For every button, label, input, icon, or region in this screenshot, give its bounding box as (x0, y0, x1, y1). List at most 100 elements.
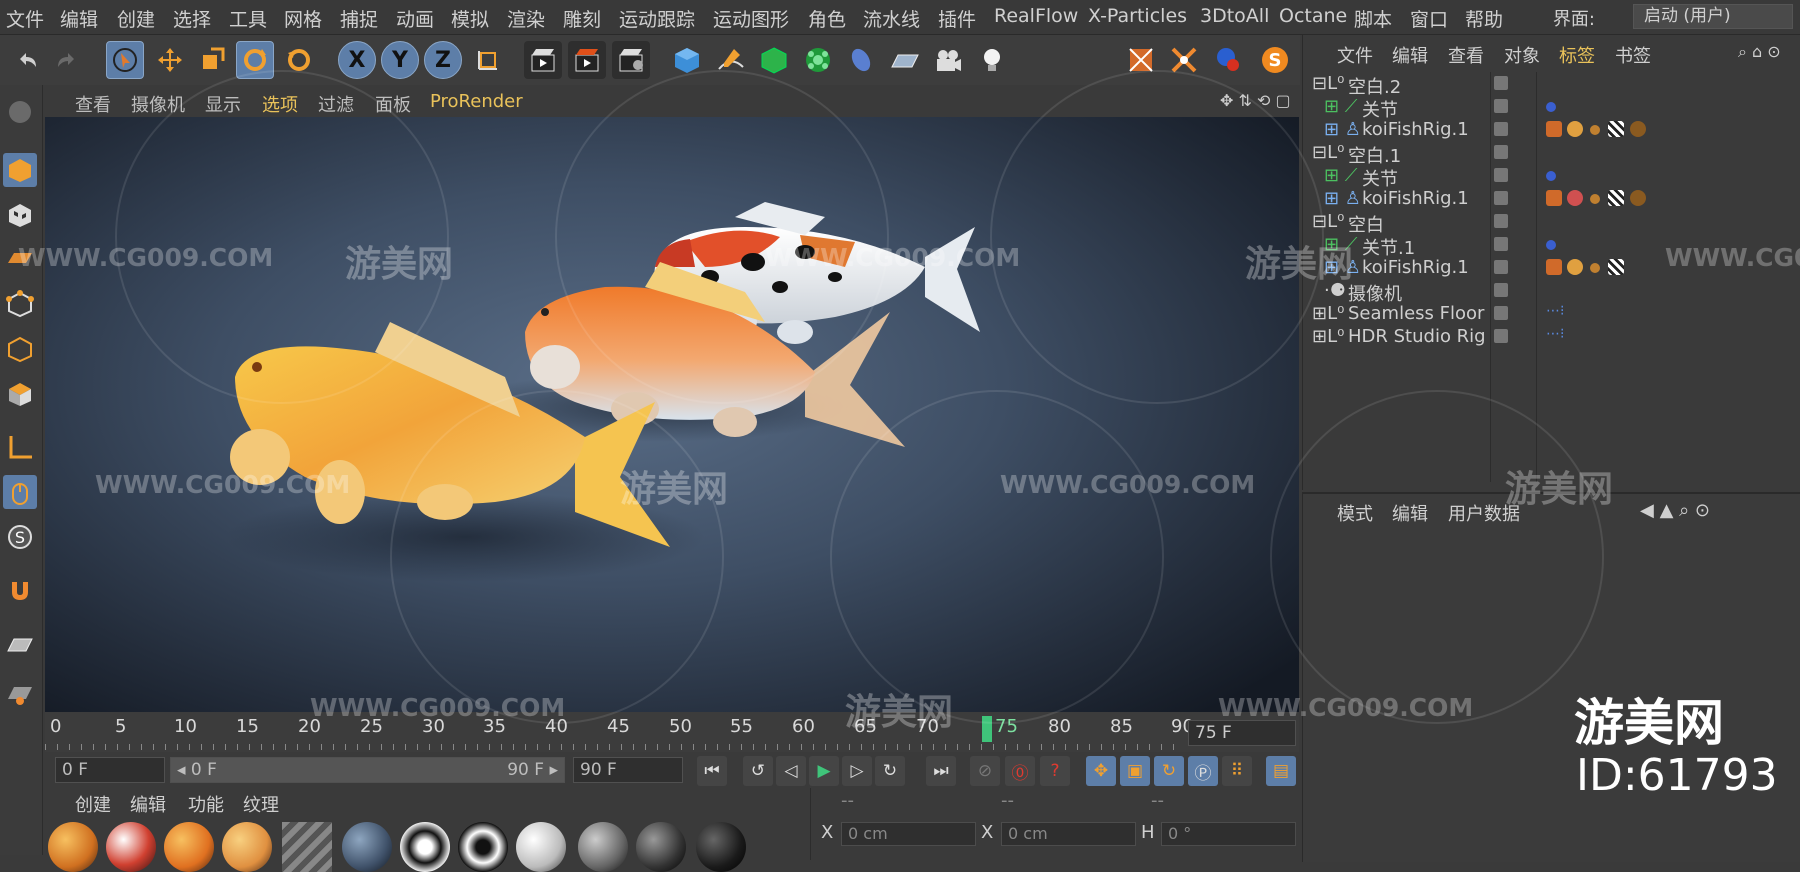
om-menu-bookmarks[interactable]: 书签 (1615, 42, 1651, 68)
axis-x-button[interactable]: X (338, 41, 376, 79)
material-swatch[interactable] (164, 822, 214, 872)
om-menu-tags[interactable]: 标签 (1559, 42, 1595, 68)
visibility-toggle[interactable] (1494, 99, 1508, 113)
viewport-menu-prorender[interactable]: ProRender (430, 91, 523, 112)
key-pla-icon[interactable]: ⠿ (1222, 756, 1252, 786)
layout-select[interactable]: 启动 (用户) (1633, 4, 1793, 29)
material-swatch[interactable] (636, 822, 686, 872)
next-frame-icon[interactable]: ▷ (842, 756, 872, 786)
menu-help[interactable]: 帮助 (1465, 5, 1503, 32)
menu-animate[interactable]: 动画 (396, 5, 434, 32)
tweak-mode-icon[interactable] (3, 475, 37, 509)
om-menu-object[interactable]: 对象 (1504, 42, 1540, 68)
subdivision-surface-icon[interactable] (755, 41, 793, 79)
magnet-icon[interactable] (3, 573, 37, 607)
tag-icon[interactable] (1546, 171, 1556, 181)
object-row[interactable]: ⊞ ♙ koiFishRig.1 (1302, 188, 1800, 210)
key-rotation-icon[interactable]: ↻ (1154, 756, 1184, 786)
snap-icon[interactable]: S (3, 520, 37, 554)
visibility-toggle[interactable] (1494, 191, 1508, 205)
menu-simulate[interactable]: 模拟 (451, 5, 489, 32)
material-tag-icon[interactable] (1590, 194, 1600, 204)
tag-icon[interactable] (1546, 240, 1556, 250)
object-row[interactable]: ⊞ ⟋ 关节 (1302, 165, 1800, 190)
object-row[interactable]: ⊟L⁰ 空白.2 (1302, 73, 1800, 98)
material-swatch[interactable] (342, 822, 392, 872)
om-menu-edit[interactable]: 编辑 (1392, 42, 1428, 68)
menu-create[interactable]: 创建 (117, 5, 155, 32)
camera-icon[interactable] (929, 41, 967, 79)
visibility-toggle[interactable] (1494, 145, 1508, 159)
menu-character[interactable]: 角色 (808, 5, 846, 32)
object-row[interactable]: ⊟L⁰ 空白.1 (1302, 142, 1800, 167)
material-swatch[interactable] (48, 822, 98, 872)
am-nav-icons[interactable]: ◀ ▲ ⌕ ⊙ (1640, 500, 1710, 521)
coordinate-system-icon[interactable] (469, 41, 507, 79)
position-x-field[interactable]: 0 cm (841, 822, 976, 846)
key-position-icon[interactable]: ✥ (1086, 756, 1116, 786)
material-swatch[interactable] (516, 822, 566, 872)
grid-snap-icon[interactable] (3, 676, 37, 710)
material-swatch[interactable] (282, 822, 332, 872)
object-row[interactable]: ⊞ ⟋ 关节 (1302, 96, 1800, 121)
previous-key-icon[interactable]: ↺ (743, 756, 773, 786)
next-key-icon[interactable]: ↻ (875, 756, 905, 786)
previous-frame-icon[interactable]: ◁ (776, 756, 806, 786)
material-tag-icon[interactable] (1590, 125, 1600, 135)
go-to-end-icon[interactable]: ⏭ (926, 756, 956, 786)
material-swatch[interactable] (696, 822, 746, 872)
rotation-h-field[interactable]: 0 ° (1161, 822, 1296, 846)
menu-snap[interactable]: 捕捉 (340, 5, 378, 32)
key-parameter-icon[interactable]: Ⓟ (1188, 756, 1218, 786)
material-swatch[interactable] (458, 822, 508, 872)
material-swatch[interactable] (222, 822, 272, 872)
om-search-icon[interactable]: ⌕ ⌂ ⊙ (1738, 42, 1781, 62)
object-row[interactable]: ·⚈ 摄像机 (1302, 280, 1800, 305)
om-menu-file[interactable]: 文件 (1337, 42, 1373, 68)
axis-mode-icon[interactable] (3, 430, 37, 464)
frame-range-slider[interactable]: ◂ 0 F 90 F ▸ (170, 757, 565, 783)
visibility-toggle[interactable] (1494, 168, 1508, 182)
menu-mesh[interactable]: 网格 (284, 5, 322, 32)
record-keys-icon[interactable]: ⓪ (1005, 756, 1035, 786)
script-s-icon[interactable]: S (1256, 41, 1294, 79)
tag-icon[interactable] (1546, 102, 1556, 112)
menu-sculpt[interactable]: 雕刻 (563, 5, 601, 32)
redo-icon[interactable] (48, 41, 86, 79)
visibility-toggle[interactable] (1494, 76, 1508, 90)
deformer-icon[interactable] (842, 41, 880, 79)
material-menu-create[interactable]: 创建 (75, 791, 111, 817)
material-menu-edit[interactable]: 编辑 (130, 791, 166, 817)
menu-3dtoall[interactable]: 3DtoAll (1200, 5, 1269, 27)
light-icon[interactable] (973, 41, 1011, 79)
menu-plugins[interactable]: 插件 (938, 5, 976, 32)
material-tag-icon[interactable] (1590, 263, 1600, 273)
menu-edit[interactable]: 编辑 (60, 5, 98, 32)
menu-script[interactable]: 脚本 (1354, 5, 1392, 32)
points-mode-icon[interactable] (3, 287, 37, 321)
timeline-ruler[interactable]: 0 5 10 15 20 25 30 35 40 45 50 55 60 65 … (45, 712, 1299, 752)
link-tag-icon[interactable]: ⋯⁝ (1546, 326, 1564, 342)
texture-tag-icon[interactable] (1608, 259, 1624, 275)
menu-motion-tracking[interactable]: 运动跟踪 (619, 5, 695, 32)
texture-tag-icon[interactable] (1608, 121, 1624, 137)
object-row[interactable]: ⊞ ♙ koiFishRig.1 (1302, 119, 1800, 141)
om-menu-view[interactable]: 查看 (1448, 42, 1484, 68)
menu-window[interactable]: 窗口 (1410, 5, 1448, 32)
play-icon[interactable]: ▶ (809, 756, 839, 786)
render-picture-viewer-icon[interactable] (568, 41, 606, 79)
material-tag-icon[interactable] (1630, 121, 1646, 137)
link-tag-icon[interactable]: ⋯⁝ (1546, 303, 1564, 319)
object-row[interactable]: ⊟L⁰ 空白 (1302, 211, 1800, 236)
polygons-mode-icon[interactable] (3, 377, 37, 411)
timeline-window-icon[interactable]: ▤ (1266, 756, 1296, 786)
material-tag-icon[interactable] (1567, 190, 1583, 206)
material-menu-texture[interactable]: 纹理 (243, 791, 279, 817)
render-view-icon[interactable] (524, 41, 562, 79)
make-editable-icon[interactable] (3, 95, 37, 129)
object-row[interactable]: ⊞L⁰ Seamless Floor ⋯⁝ (1302, 303, 1800, 325)
visibility-toggle[interactable] (1494, 237, 1508, 251)
floor-icon[interactable] (886, 41, 924, 79)
go-to-start-icon[interactable]: ⏮ (697, 756, 727, 786)
realflow-icon[interactable] (1209, 41, 1247, 79)
